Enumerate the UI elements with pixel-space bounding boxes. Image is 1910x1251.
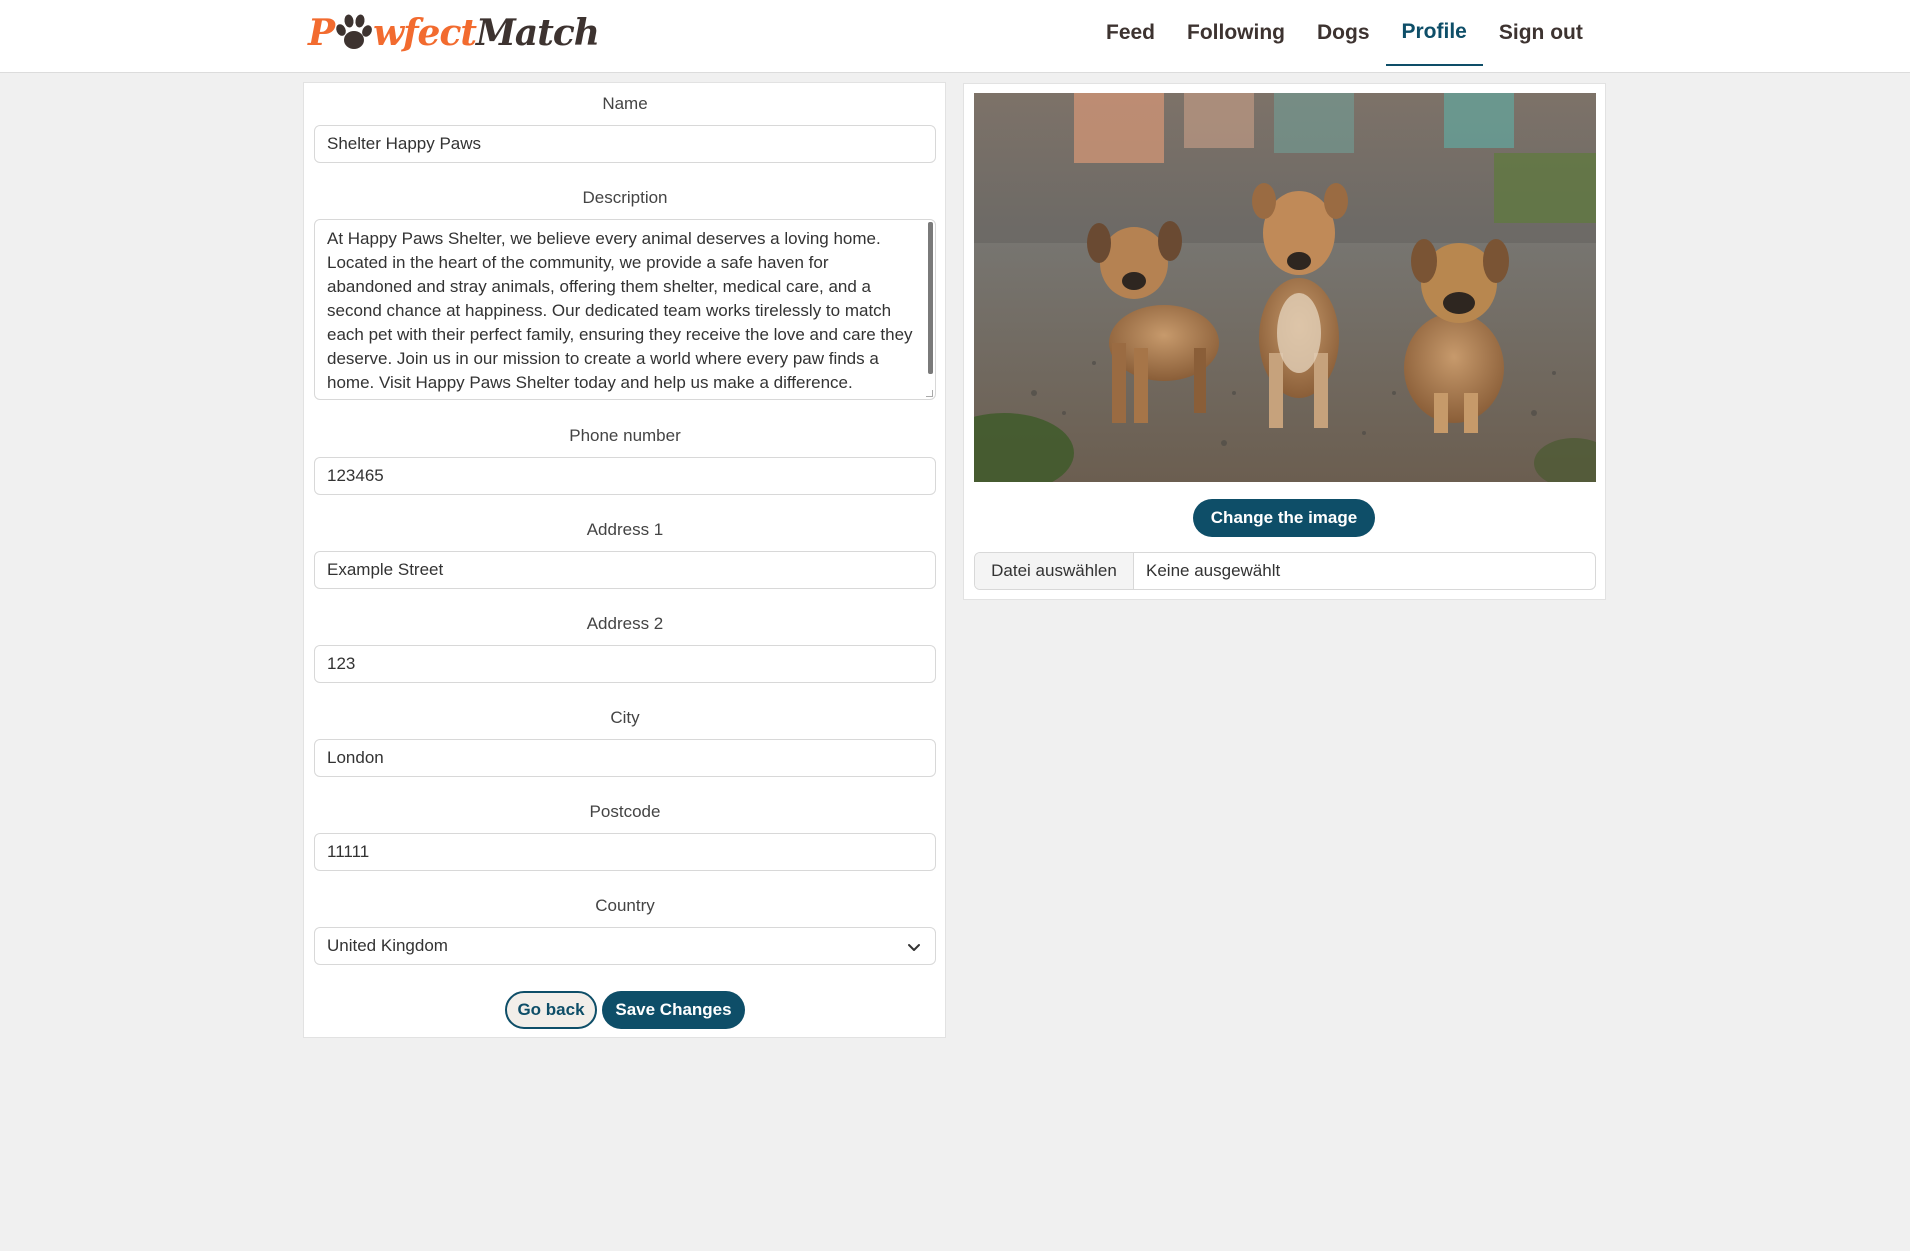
save-changes-button[interactable]: Save Changes [602, 991, 745, 1029]
file-upload-input[interactable]: Datei auswählen Keine ausgewählt [974, 552, 1596, 590]
nav-profile[interactable]: Profile [1385, 0, 1483, 66]
address2-label: Address 2 [586, 614, 664, 633]
dog-photo-image [974, 93, 1596, 482]
top-navbar: P wfect Match Feed Following Dogs Profil… [0, 0, 1910, 73]
postcode-label: Postcode [589, 802, 661, 821]
postcode-input[interactable]: 11111 [314, 833, 936, 871]
go-back-button[interactable]: Go back [505, 991, 597, 1029]
country-select[interactable]: United Kingdom [314, 927, 936, 965]
chevron-down-icon [908, 944, 920, 951]
file-status-text: Keine ausgewählt [1146, 561, 1281, 580]
country-selected-value: United Kingdom [327, 936, 448, 955]
textarea-scrollbar[interactable] [928, 222, 933, 374]
address2-input[interactable]: 123 [314, 645, 936, 683]
phone-label: Phone number [569, 426, 681, 445]
change-image-button[interactable]: Change the image [1193, 499, 1375, 537]
nav-sign-out[interactable]: Sign out [1483, 0, 1599, 66]
nav-feed[interactable]: Feed [1090, 0, 1171, 66]
profile-photo [974, 93, 1596, 482]
country-label: Country [595, 896, 655, 915]
logo-letter-p: P [308, 12, 335, 54]
choose-file-button[interactable]: Datei auswählen [975, 553, 1134, 589]
logo-wfect: wfect [373, 12, 477, 54]
city-label: City [610, 708, 640, 727]
textarea-resize-handle[interactable] [926, 390, 933, 397]
description-label: Description [582, 188, 668, 207]
address1-label: Address 1 [586, 520, 664, 539]
name-label: Name [602, 94, 648, 113]
profile-form-card: Name Shelter Happy Paws Description At H… [303, 82, 946, 1038]
phone-input[interactable]: 123465 [314, 457, 936, 495]
pawfect-match-logo[interactable]: P wfect Match [308, 8, 600, 58]
nav-dogs[interactable]: Dogs [1301, 0, 1386, 66]
description-textarea[interactable]: At Happy Paws Shelter, we believe every … [314, 219, 936, 400]
profile-image-card: Change the image Datei auswählen Keine a… [963, 83, 1606, 600]
logo-match: Match [476, 12, 600, 54]
nav-following[interactable]: Following [1171, 0, 1301, 66]
address1-input[interactable]: Example Street [314, 551, 936, 589]
description-text: At Happy Paws Shelter, we believe every … [327, 229, 913, 392]
name-input[interactable]: Shelter Happy Paws [314, 125, 936, 163]
city-input[interactable]: London [314, 739, 936, 777]
main-nav: Feed Following Dogs Profile Sign out [1090, 0, 1599, 66]
paw-icon [336, 14, 372, 49]
